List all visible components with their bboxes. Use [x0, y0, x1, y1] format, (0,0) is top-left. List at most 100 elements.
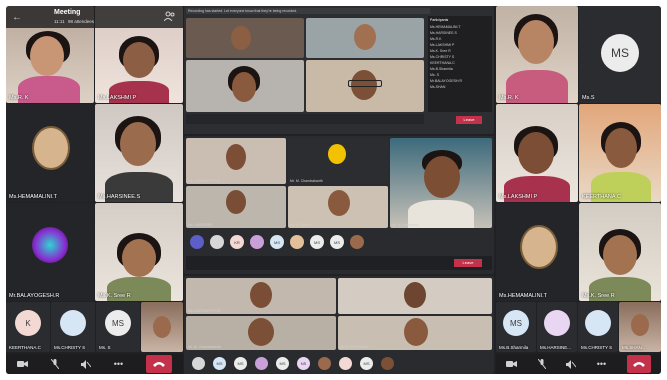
participant-name: Mr.BALAYOGESH.R [9, 293, 60, 299]
nested-window-middle: Ms.LAKSHMI PRIYA Mr. M. Chandrakanth Ms.… [184, 136, 494, 274]
nested-mid-video-2: Mr. M. Chandrakanth [288, 138, 388, 184]
hangup-icon [632, 362, 645, 367]
nested-participants-panel: Participants Ms.HEMAMALINI.T Ms.HARSINEE… [428, 16, 492, 112]
hangup-button[interactable] [145, 355, 172, 373]
more-icon[interactable]: ••• [597, 359, 606, 369]
avatar-tile-christy-right[interactable]: Ms.CHRISTY S [578, 302, 618, 352]
nested-mid-video-3: Ms. HARSINEE [186, 186, 286, 228]
hangup-button[interactable] [626, 355, 651, 373]
participant-name: Ms.CHRISTY S [54, 345, 86, 350]
video-tile-top-right-1[interactable]: Ms.R. K [496, 6, 578, 103]
video-tile-lakshmi-right[interactable]: Ms.LAKSHMI P [496, 104, 578, 202]
avatar [290, 235, 304, 249]
nested-leave-button: Leave [456, 116, 482, 124]
tile-name: Ms. HARSINEE [188, 223, 213, 227]
right-control-bar: ••• [496, 354, 661, 374]
arrow-left-icon[interactable]: ← [12, 12, 22, 23]
people-icon[interactable] [164, 11, 175, 21]
participant-name: Ms.HEMAMALINI.T [499, 293, 547, 299]
speaker-off-icon[interactable] [81, 359, 92, 369]
participant-name: Ms.HARSINEE.S [98, 194, 141, 200]
nested-mid-toolbar [186, 256, 492, 270]
tile-name: Mr. M. Chandrakanth [290, 179, 323, 183]
avatar: MS [213, 356, 226, 370]
participant-name: Ms.K. Sree R [582, 293, 615, 299]
avatar [192, 356, 205, 370]
video-tile-small-left[interactable] [141, 302, 183, 352]
avatar: MS [503, 310, 529, 336]
more-icon[interactable]: ••• [114, 359, 123, 369]
meeting-time: 11:11 [54, 19, 65, 24]
avatar-tile-sharmila[interactable]: MS Ms.B.Sharmila [496, 302, 536, 352]
participant-name: Ms.R. K [9, 95, 29, 101]
avatar: MS [234, 356, 247, 370]
camera-icon[interactable] [506, 360, 518, 368]
avatar [585, 310, 611, 336]
panel-title: Participants [430, 18, 449, 22]
video-tile-hemamalini-right[interactable]: Ms.HEMAMALINI.T [496, 203, 578, 301]
avatar: MS [330, 235, 344, 249]
nested-mid-video-5: Mr. K. Keerthana [390, 138, 492, 228]
meeting-title: Meeting [54, 9, 81, 16]
nested-video-4 [306, 60, 424, 112]
participant-name: Ms.SHAN... [622, 345, 646, 350]
participant-name: Ms.LAKSHMI P [98, 95, 137, 101]
tile-name: Ms.K.Sree R [340, 309, 360, 313]
tile-name: Ms. K. Sree R [290, 223, 312, 227]
video-tile-harsinee[interactable]: Ms.HARSINEE.S [95, 104, 183, 202]
avatar [381, 356, 394, 370]
mic-off-icon[interactable] [50, 359, 59, 369]
avatar [190, 235, 204, 249]
nested-toolbar [186, 114, 424, 124]
avatar [250, 235, 264, 249]
avatar: MS [105, 310, 131, 336]
hangup-icon [152, 362, 165, 367]
attendee-count: 98 attendees [68, 19, 95, 24]
video-tile-k-sree[interactable]: Ms.K. Sree R [95, 203, 183, 301]
avatar [255, 356, 268, 370]
nested-avatar-row: KR MS MS MS [186, 232, 494, 252]
video-tile-hemamalini[interactable]: Ms.HEMAMALINI.T [6, 104, 94, 202]
recording-notice: Recording has started. Let everyone know… [186, 8, 430, 14]
avatar: MS [276, 356, 289, 370]
participant-name: Ms.LAKSHMI P [499, 194, 538, 200]
nested-video-3 [186, 60, 304, 112]
participant-name: Ms. S [99, 345, 111, 350]
nested-video-1 [186, 18, 304, 58]
avatar [339, 356, 352, 370]
avatar-tile-top-right-2[interactable]: MS Ms.S [579, 6, 661, 103]
nested-bot-video-4: Ms.R.SENTHAMIL [338, 316, 492, 350]
video-tile-small-right[interactable]: Ms.SHAN... [619, 302, 661, 352]
avatar: NS [297, 356, 310, 370]
nested-mid-video-4: Ms. K. Sree R [288, 186, 388, 228]
nested-bot-avatar-row: MS MS MS NS MS [186, 354, 494, 372]
panel-row: Ms.SHAN [430, 85, 446, 89]
mic-off-icon[interactable] [537, 359, 546, 369]
video-tile-balayogesh[interactable]: Mr.BALAYOGESH.R [6, 203, 94, 301]
avatar [210, 235, 224, 249]
avatar-tile-christy[interactable]: Ms.CHRISTY S [51, 302, 95, 352]
camera-icon[interactable] [17, 360, 29, 368]
avatar-tile-ms[interactable]: MS Ms. S [96, 302, 140, 352]
nested-window-top: Recording has started. Let everyone know… [184, 6, 494, 134]
video-tile-keerthana-right[interactable]: KEERTHANA.C [579, 104, 661, 202]
nested-video-2 [306, 18, 424, 58]
nested-window-bottom: Ms.LAKSHMI PRIYA Ms.K.Sree R Mr. M. Chan… [184, 276, 494, 374]
avatar [350, 235, 364, 249]
participant-name: Ms.HARSINE... [540, 345, 572, 350]
participant-name: KEERTHANA.C [582, 194, 622, 200]
participant-name: Ms.B.Sharmila [499, 345, 529, 350]
avatar-tile-harsinee-right[interactable]: Ms.HARSINE... [537, 302, 577, 352]
left-control-bar: ••• [6, 354, 183, 374]
avatar-tile-keerthana[interactable]: K KEERTHANA.C [6, 302, 50, 352]
avatar: MS [601, 34, 639, 72]
tile-name: Mr. K. Keerthana [392, 223, 419, 227]
speaker-off-icon[interactable] [566, 359, 577, 369]
meeting-window: Ms.R. K Ms.LAKSHMI P Ms.HEMAMALINI.T Ms.… [6, 6, 661, 374]
participant-name: Ms.HEMAMALINI.T [9, 194, 57, 200]
avatar: K [15, 310, 41, 336]
participant-name: Ms.CHRISTY S [581, 345, 613, 350]
video-tile-sree-right[interactable]: Ms.K. Sree R [579, 203, 661, 301]
participant-name: KEERTHANA.C [9, 345, 41, 350]
avatar [544, 310, 570, 336]
